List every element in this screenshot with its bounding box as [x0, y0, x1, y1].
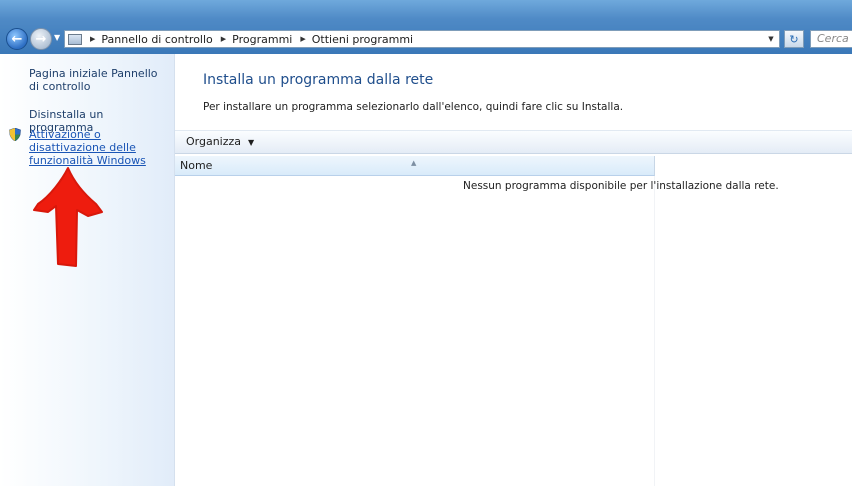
- main-content: Installa un programma dalla rete Per ins…: [175, 54, 852, 486]
- search-input[interactable]: Cerca O: [810, 30, 852, 48]
- sidebar-item-home[interactable]: Pagina iniziale Pannello di controllo: [29, 67, 169, 93]
- page-title: Installa un programma dalla rete: [203, 72, 434, 88]
- back-arrow-icon: ←: [11, 31, 23, 47]
- left-task-pane: Pagina iniziale Pannello di controllo Di…: [0, 54, 175, 486]
- breadcrumb-programmi[interactable]: Programmi: [232, 33, 292, 46]
- organize-label: Organizza: [186, 135, 242, 148]
- refresh-button[interactable]: ↻: [784, 30, 804, 48]
- breadcrumb-separator-icon[interactable]: ▶: [221, 35, 226, 43]
- address-dropdown-icon[interactable]: ▼: [765, 32, 777, 46]
- recent-pages-chevron-icon[interactable]: ▼: [54, 33, 60, 42]
- back-button[interactable]: ←: [6, 28, 28, 50]
- sort-ascending-icon: ▲: [411, 159, 417, 167]
- empty-list-message: Nessun programma disponibile per l'insta…: [463, 180, 779, 192]
- breadcrumb-separator-icon[interactable]: ▶: [90, 35, 95, 43]
- forward-button[interactable]: →: [30, 28, 52, 50]
- refresh-icon: ↻: [789, 32, 799, 46]
- column-header-name-label: Nome: [180, 159, 213, 172]
- breadcrumb-separator-icon[interactable]: ▶: [300, 35, 305, 43]
- address-bar[interactable]: ▶ Pannello di controllo ▶ Programmi ▶ Ot…: [64, 30, 780, 48]
- breadcrumb-pannello[interactable]: Pannello di controllo: [101, 33, 212, 46]
- page-description: Per installare un programma selezionarlo…: [203, 101, 624, 113]
- breadcrumb-ottieni-programmi[interactable]: Ottieni programmi: [312, 33, 413, 46]
- shield-icon: [9, 128, 21, 141]
- column-divider: [654, 176, 655, 486]
- sidebar-item-windows-features[interactable]: Attivazione o disattivazione delle funzi…: [29, 128, 169, 167]
- list-column-header: Nome ▲: [175, 156, 852, 176]
- navigation-bar: ← → ▼ ▶ Pannello di controllo ▶ Programm…: [0, 0, 852, 54]
- chevron-down-icon: ▼: [248, 138, 255, 147]
- forward-arrow-icon: →: [35, 31, 47, 47]
- column-header-empty: [655, 156, 852, 176]
- column-header-name[interactable]: Nome ▲: [175, 156, 655, 176]
- organize-button[interactable]: Organizza ▼: [186, 135, 254, 148]
- command-toolbar: Organizza ▼: [175, 130, 852, 154]
- red-arrow-annotation: [33, 167, 103, 267]
- control-panel-icon: [68, 33, 82, 45]
